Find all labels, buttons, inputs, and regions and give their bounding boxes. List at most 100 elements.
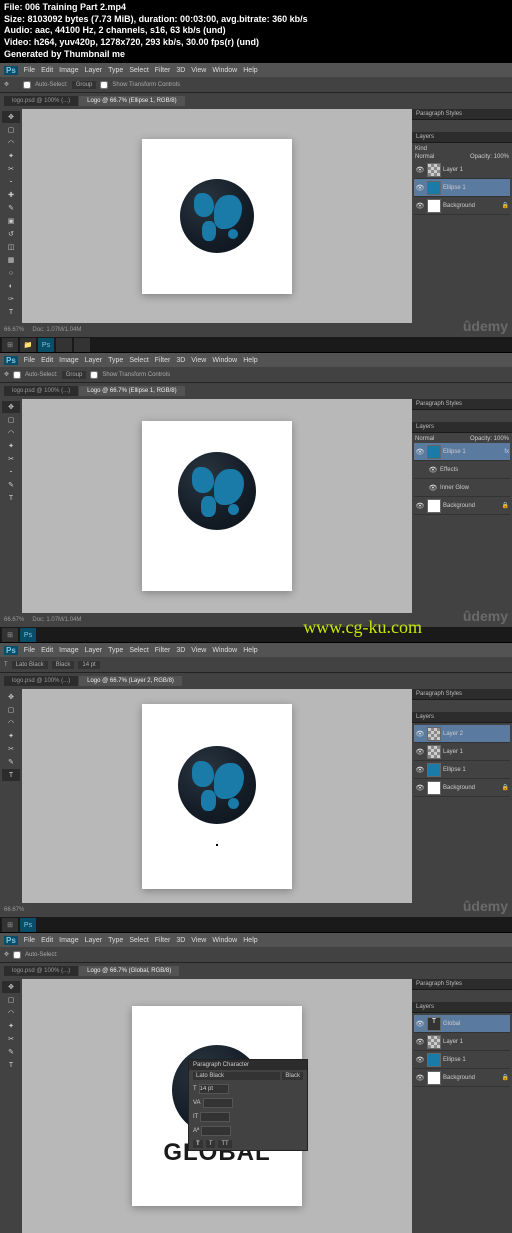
layer-row-layer2[interactable]: 👁 Layer 2 (414, 725, 510, 743)
group-dropdown[interactable]: Group (72, 81, 97, 89)
layers-tab[interactable]: Layers (412, 132, 512, 143)
taskbar-item[interactable]: Ps (20, 628, 36, 642)
visibility-icon[interactable]: 👁 (415, 447, 425, 457)
menu-view[interactable]: View (191, 937, 206, 944)
lasso-tool[interactable]: ◠ (2, 1007, 20, 1019)
crop-tool[interactable]: ✂ (2, 743, 20, 755)
layer-row-background[interactable]: 👁 Background 🔒 (414, 197, 510, 215)
menu-window[interactable]: Window (212, 357, 237, 364)
menu-select[interactable]: Select (129, 937, 148, 944)
menu-image[interactable]: Image (59, 937, 78, 944)
menu-edit[interactable]: Edit (41, 647, 53, 654)
layer-row-layer1[interactable]: 👁 Layer 1 (414, 1033, 510, 1051)
menu-image[interactable]: Image (59, 67, 78, 74)
menu-type[interactable]: Type (108, 67, 123, 74)
menu-type[interactable]: Type (108, 937, 123, 944)
layer-row-background[interactable]: 👁 Background 🔒 (414, 1069, 510, 1087)
showtransform-checkbox[interactable] (100, 81, 108, 89)
blur-tool[interactable]: ○ (2, 267, 20, 279)
zoom-level[interactable]: 66.67% (4, 617, 24, 623)
menu-help[interactable]: Help (243, 357, 257, 364)
marquee-tool[interactable]: ▢ (2, 124, 20, 136)
menu-file[interactable]: File (24, 357, 35, 364)
visibility-icon[interactable]: 👁 (415, 183, 425, 193)
menu-filter[interactable]: Filter (155, 647, 171, 654)
crop-tool[interactable]: ✂ (2, 163, 20, 175)
layer-row-ellipse1[interactable]: 👁 Ellipse 1 (414, 761, 510, 779)
visibility-icon[interactable]: 👁 (415, 1073, 425, 1083)
crop-tool[interactable]: ✂ (2, 453, 20, 465)
fx-icon[interactable]: fx (504, 449, 509, 455)
menu-filter[interactable]: Filter (155, 937, 171, 944)
font-size-input[interactable] (199, 1084, 229, 1094)
canvas-area[interactable]: GLOBAL Paragraph Character Lato BlackBla… (22, 979, 412, 1233)
canvas-area[interactable] (22, 399, 412, 613)
menu-image[interactable]: Image (59, 357, 78, 364)
blend-mode[interactable]: Normal (415, 436, 434, 442)
character-panel-header[interactable]: Paragraph Character (189, 1060, 307, 1070)
canvas-area[interactable] (22, 109, 412, 323)
lasso-tool[interactable]: ◠ (2, 717, 20, 729)
brush-tool[interactable]: ✎ (2, 479, 20, 491)
menu-layer[interactable]: Layer (85, 67, 103, 74)
wand-tool[interactable]: ✦ (2, 730, 20, 742)
font-size[interactable]: 14 pt (78, 661, 99, 669)
start-icon[interactable]: ⊞ (2, 338, 18, 352)
layer-row-ellipse1[interactable]: 👁 Ellipse 1 (414, 1051, 510, 1069)
menu-help[interactable]: Help (243, 647, 257, 654)
autoselect-checkbox[interactable] (13, 371, 21, 379)
layer-row-background[interactable]: 👁 Background 🔒 (414, 779, 510, 797)
menu-layer[interactable]: Layer (85, 357, 103, 364)
paragraph-styles-tab[interactable]: Paragraph Styles (412, 979, 512, 990)
tab-logo-active[interactable]: Logo @ 66.7% (Ellipse 1, RGB/8) (79, 386, 184, 396)
visibility-icon[interactable]: 👁 (415, 1037, 425, 1047)
layer-row-layer1[interactable]: 👁 Layer 1 (414, 743, 510, 761)
tab-logo-psd[interactable]: logo.psd @ 100% (...) (4, 676, 78, 686)
visibility-icon[interactable]: 👁 (415, 1019, 425, 1029)
stamp-tool[interactable]: ▣ (2, 215, 20, 227)
move-tool[interactable]: ✥ (2, 111, 20, 123)
font-family-field[interactable]: Lato Black (193, 1072, 280, 1080)
paragraph-styles-tab[interactable]: Paragraph Styles (412, 689, 512, 700)
menu-help[interactable]: Help (243, 937, 257, 944)
dodge-tool[interactable]: ◐ (2, 280, 20, 292)
menu-file[interactable]: File (24, 937, 35, 944)
baseline-input[interactable] (201, 1126, 231, 1136)
start-icon[interactable]: ⊞ (2, 918, 18, 932)
blend-mode[interactable]: Normal (415, 154, 434, 160)
scale-input[interactable] (200, 1112, 230, 1122)
menu-type[interactable]: Type (108, 357, 123, 364)
tab-logo-active[interactable]: Logo @ 66.7% (Ellipse 1, RGB/8) (79, 96, 184, 106)
tab-logo-psd[interactable]: logo.psd @ 100% (...) (4, 96, 78, 106)
gradient-tool[interactable]: ▦ (2, 254, 20, 266)
type-tool[interactable]: T (2, 1059, 20, 1071)
menu-3d[interactable]: 3D (176, 67, 185, 74)
menu-image[interactable]: Image (59, 647, 78, 654)
marquee-tool[interactable]: ▢ (2, 414, 20, 426)
visibility-icon[interactable]: 👁 (428, 465, 438, 475)
layer-row-ellipse1[interactable]: 👁 Ellipse 1 fx (414, 443, 510, 461)
tab-logo-psd[interactable]: logo.psd @ 100% (...) (4, 966, 78, 976)
visibility-icon[interactable]: 👁 (415, 765, 425, 775)
type-tool[interactable]: T (2, 492, 20, 504)
menu-3d[interactable]: 3D (176, 937, 185, 944)
menu-file[interactable]: File (24, 647, 35, 654)
eyedropper-tool[interactable]: ⁃ (2, 176, 20, 188)
taskbar-item[interactable] (74, 338, 90, 352)
move-tool[interactable]: ✥ (2, 981, 20, 993)
showtransform-checkbox[interactable] (90, 371, 98, 379)
zoom-level[interactable]: 66.67% (4, 907, 24, 913)
visibility-icon[interactable]: 👁 (415, 1055, 425, 1065)
menu-filter[interactable]: Filter (155, 357, 171, 364)
crop-tool[interactable]: ✂ (2, 1033, 20, 1045)
tab-logo-active[interactable]: Logo @ 66.7% (Layer 2, RGB/8) (79, 676, 182, 686)
menu-select[interactable]: Select (129, 67, 148, 74)
layer-row-ellipse1[interactable]: 👁 Ellipse 1 (414, 179, 510, 197)
type-tool[interactable]: T (2, 769, 20, 781)
menu-filter[interactable]: Filter (155, 67, 171, 74)
menu-window[interactable]: Window (212, 937, 237, 944)
caps-button[interactable]: TT (218, 1140, 231, 1148)
layer-row-global[interactable]: 👁 T Global (414, 1015, 510, 1033)
wand-tool[interactable]: ✦ (2, 1020, 20, 1032)
menu-view[interactable]: View (191, 67, 206, 74)
